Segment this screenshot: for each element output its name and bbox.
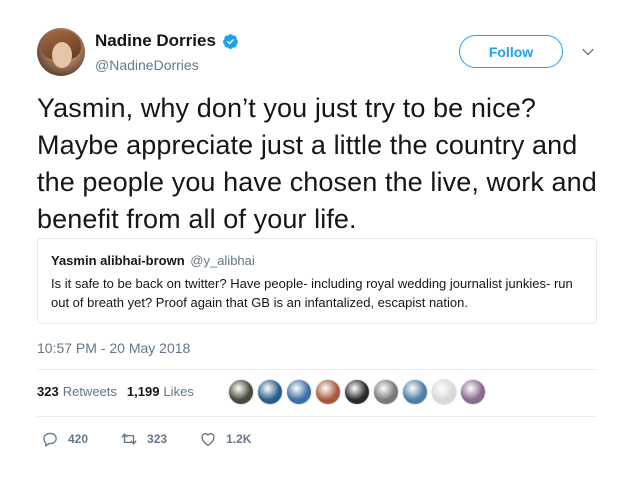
author-avatar[interactable] [37,28,85,76]
liker-avatars [228,379,486,405]
verified-badge-icon [222,33,238,49]
liker-avatar-3[interactable] [286,379,312,405]
heart-icon[interactable] [199,430,217,448]
chevron-down-icon[interactable] [581,45,595,59]
author-display-name[interactable]: Nadine Dorries [95,31,216,51]
retweets-count[interactable]: 323 [37,384,59,399]
retweet-icon[interactable] [120,430,138,448]
retweets-label[interactable]: Retweets [63,384,117,399]
liker-avatar-4[interactable] [315,379,341,405]
liker-avatar-9[interactable] [460,379,486,405]
liker-avatar-5[interactable] [344,379,370,405]
tweet-actions: 420 323 1.2K [41,430,283,448]
like-action[interactable]: 1.2K [199,430,251,448]
like-count: 1.2K [226,432,252,446]
avatar-face [52,42,72,68]
liker-avatar-6[interactable] [373,379,399,405]
quoted-tweet-header: Yasmin alibhai-brown @y_alibhai [51,253,583,268]
quoted-tweet-text: Is it safe to be back on twitter? Have p… [51,276,573,310]
author-name-row: Nadine Dorries [95,31,239,51]
tweet-stats: 323 Retweets 1,199 Likes [37,384,204,399]
reply-count: 420 [68,432,89,446]
liker-avatar-1[interactable] [228,379,254,405]
quoted-tweet[interactable]: Yasmin alibhai-brown @y_alibhai Is it sa… [37,238,597,324]
likes-count[interactable]: 1,199 [127,384,160,399]
divider-top [37,369,597,370]
likes-label[interactable]: Likes [163,384,193,399]
retweet-count: 323 [147,432,168,446]
follow-button[interactable]: Follow [459,35,563,68]
quoted-tweet-author-handle: @y_alibhai [190,253,255,268]
liker-avatar-8[interactable] [431,379,457,405]
tweet-text: Yasmin, why don’t you just try to be nic… [37,93,597,234]
tweet-timestamp[interactable]: 10:57 PM - 20 May 2018 [37,340,190,356]
liker-avatar-2[interactable] [257,379,283,405]
reply-icon[interactable] [41,430,59,448]
author-info: Nadine Dorries @NadineDorries [95,31,239,73]
reply-action[interactable]: 420 [41,430,88,448]
retweet-action[interactable]: 323 [120,430,167,448]
divider-bottom [37,416,597,417]
quoted-tweet-author-name: Yasmin alibhai-brown [51,253,185,268]
author-handle[interactable]: @NadineDorries [95,57,239,73]
liker-avatar-7[interactable] [402,379,428,405]
